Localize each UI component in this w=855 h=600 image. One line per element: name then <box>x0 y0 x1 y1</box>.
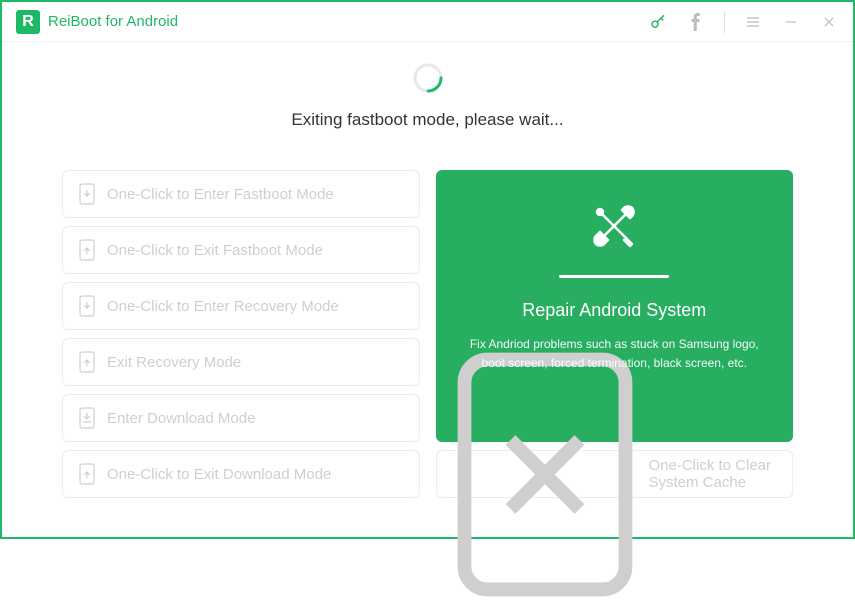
app-logo-icon: R <box>16 10 40 34</box>
option-label: One-Click to Exit Fastboot Mode <box>107 242 323 259</box>
option-label: Enter Download Mode <box>107 410 255 427</box>
logo-letter: R <box>22 13 34 31</box>
right-column: Repair Android System Fix Andriod proble… <box>436 170 794 498</box>
titlebar-right <box>648 11 839 33</box>
repair-description: Fix Andriod problems such as stuck on Sa… <box>460 335 770 373</box>
option-label: One-Click to Enter Recovery Mode <box>107 298 339 315</box>
exit-download-button[interactable]: One-Click to Exit Download Mode <box>62 450 420 498</box>
phone-down-icon <box>79 183 95 205</box>
left-column: One-Click to Enter Fastboot Mode One-Cli… <box>62 170 420 498</box>
key-icon[interactable] <box>648 12 668 32</box>
titlebar-left: R ReiBoot for Android <box>16 10 178 34</box>
app-title: ReiBoot for Android <box>48 13 178 30</box>
menu-icon[interactable] <box>743 12 763 32</box>
phone-up-icon <box>79 239 95 261</box>
option-label: One-Click to Clear System Cache <box>648 457 776 491</box>
titlebar: R ReiBoot for Android <box>2 2 853 42</box>
facebook-icon[interactable] <box>686 12 706 32</box>
spinner-icon <box>412 62 444 94</box>
enter-fastboot-button[interactable]: One-Click to Enter Fastboot Mode <box>62 170 420 218</box>
option-label: Exit Recovery Mode <box>107 354 241 371</box>
options-grid: One-Click to Enter Fastboot Mode One-Cli… <box>62 170 793 498</box>
app-window: R ReiBoot for Android <box>0 0 855 539</box>
main-content: Exiting fastboot mode, please wait... On… <box>2 42 853 498</box>
minimize-icon[interactable] <box>781 12 801 32</box>
phone-download-icon <box>79 407 95 429</box>
exit-fastboot-button[interactable]: One-Click to Exit Fastboot Mode <box>62 226 420 274</box>
phone-up-icon <box>79 463 95 485</box>
option-label: One-Click to Exit Download Mode <box>107 466 331 483</box>
enter-recovery-button[interactable]: One-Click to Enter Recovery Mode <box>62 282 420 330</box>
close-icon[interactable] <box>819 12 839 32</box>
repair-divider <box>559 275 669 278</box>
exit-recovery-button[interactable]: Exit Recovery Mode <box>62 338 420 386</box>
tools-icon <box>586 198 642 259</box>
phone-up-icon <box>79 351 95 373</box>
status-text: Exiting fastboot mode, please wait... <box>291 110 563 130</box>
phone-down-icon <box>79 295 95 317</box>
enter-download-button[interactable]: Enter Download Mode <box>62 394 420 442</box>
repair-title: Repair Android System <box>522 300 706 321</box>
titlebar-divider <box>724 11 725 33</box>
status-area: Exiting fastboot mode, please wait... <box>62 62 793 130</box>
option-label: One-Click to Enter Fastboot Mode <box>107 186 334 203</box>
clear-cache-button[interactable]: One-Click to Clear System Cache <box>436 450 794 498</box>
phone-clear-icon <box>453 348 637 600</box>
